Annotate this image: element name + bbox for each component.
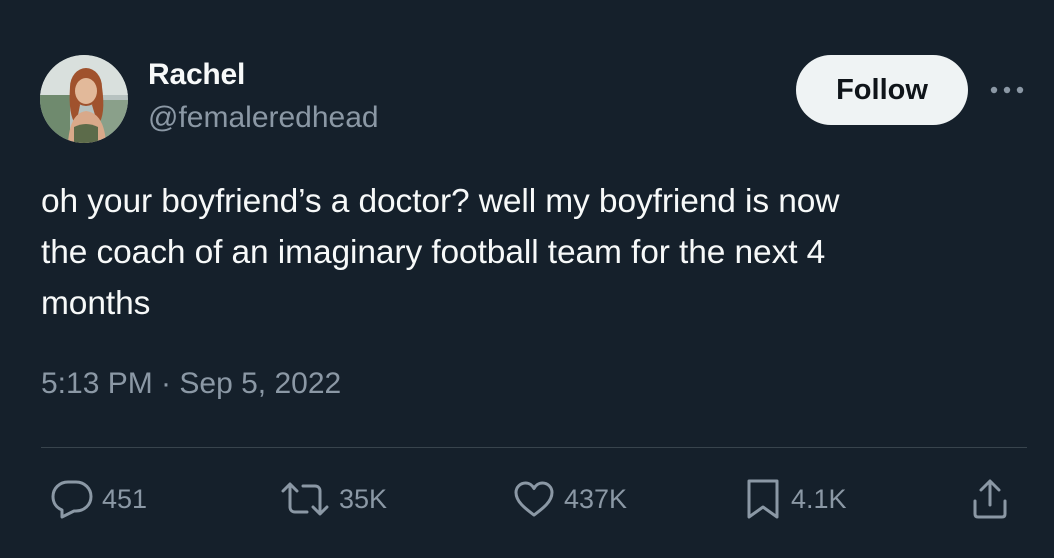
tweet-text-line: months	[41, 285, 151, 322]
reply-icon	[50, 479, 94, 519]
retweet-count: 35K	[339, 483, 388, 514]
avatar-image	[40, 55, 128, 143]
heart-icon	[512, 479, 556, 519]
bookmark-button[interactable]: 4.1K	[743, 476, 847, 522]
author-display-name[interactable]: Rachel	[148, 58, 245, 92]
avatar[interactable]	[40, 55, 128, 143]
more-options-button[interactable]	[987, 78, 1027, 102]
tweet-timestamp[interactable]: 5:13 PM · Sep 5, 2022	[41, 367, 341, 401]
like-count: 437K	[564, 483, 628, 514]
author-handle[interactable]: @femaleredhead	[148, 101, 379, 135]
tweet-text-line: the coach of an imaginary football team …	[41, 234, 826, 271]
tweet-text-line: oh your boyfriend’s a doctor? well my bo…	[41, 183, 840, 220]
more-horizontal-icon	[990, 86, 1024, 94]
bookmark-icon	[743, 478, 783, 520]
reply-button[interactable]: 451	[50, 476, 147, 522]
retweet-button[interactable]: 35K	[279, 476, 387, 522]
bookmark-count: 4.1K	[791, 483, 847, 514]
share-button[interactable]	[968, 476, 1012, 522]
like-button[interactable]: 437K	[512, 476, 627, 522]
tweet-card: Rachel @femaleredhead Follow oh your boy…	[0, 0, 1054, 558]
share-icon	[968, 477, 1012, 521]
follow-button[interactable]: Follow	[796, 55, 968, 125]
retweet-icon	[279, 479, 331, 519]
reply-count: 451	[102, 483, 148, 514]
divider	[41, 447, 1027, 448]
tweet-text: oh your boyfriend’s a doctor? well my bo…	[41, 176, 1001, 329]
